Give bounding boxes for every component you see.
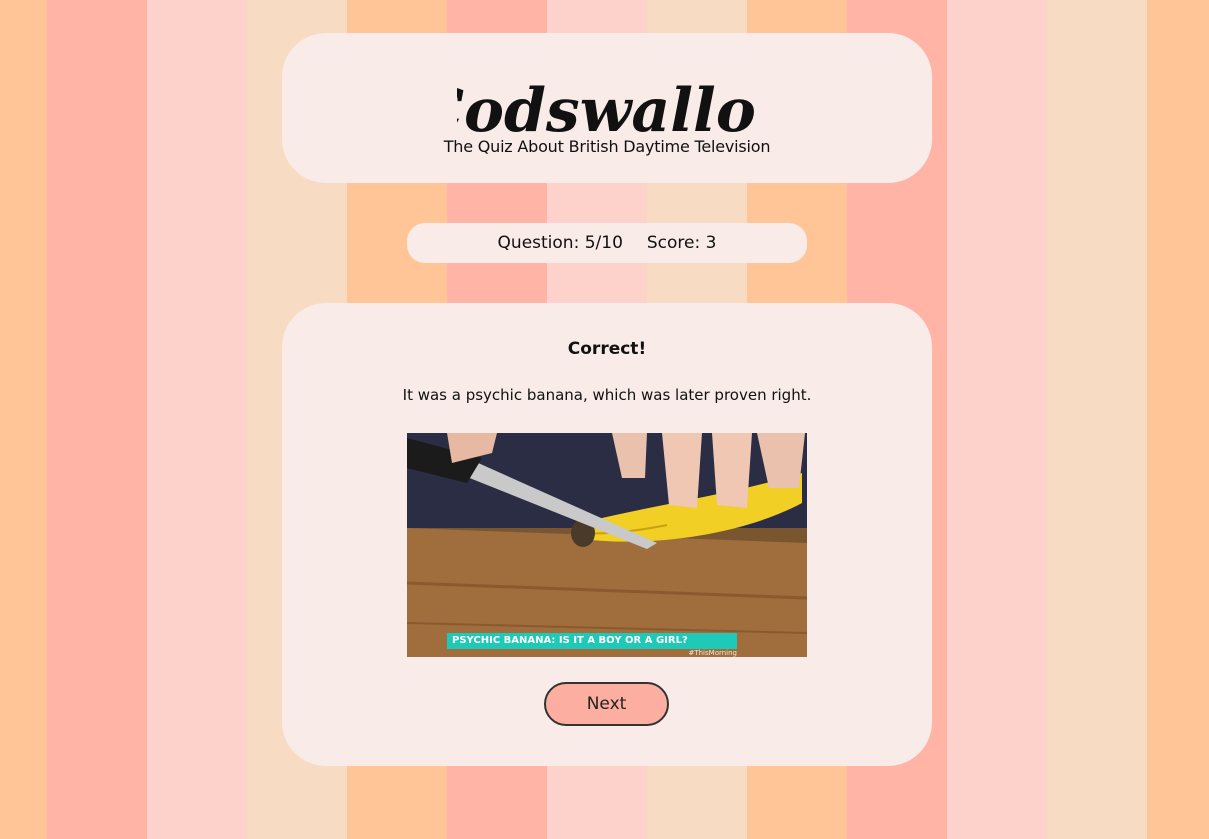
header-card: Codswallop The Quiz About British Daytim… [282,33,932,183]
tv-hashtag: #ThisMorning [688,649,737,657]
score-counter: Score: 3 [646,233,717,253]
result-heading: Correct! [567,339,647,359]
background-stripe [1047,0,1147,839]
question-counter: Question: 5/10 [497,233,623,253]
answer-explanation: It was a psychic banana, which was later… [402,386,812,404]
tv-caption-banner: PSYCHIC BANANA: IS IT A BOY OR A GIRL? [447,633,737,649]
quiz-status-bar: Question: 5/10 Score: 3 [407,223,807,263]
background-stripe [1147,0,1209,839]
background-stripe [47,0,147,839]
tagline: The Quiz About British Daytime Televisio… [443,137,771,156]
quiz-card: Correct! It was a psychic banana, which … [282,303,932,766]
next-button[interactable]: Next [544,682,669,726]
answer-image: PSYCHIC BANANA: IS IT A BOY OR A GIRL? #… [407,433,807,657]
banana-photo [407,433,807,657]
background-stripe [0,0,47,839]
background-stripe [147,0,247,839]
background-stripe [947,0,1047,839]
